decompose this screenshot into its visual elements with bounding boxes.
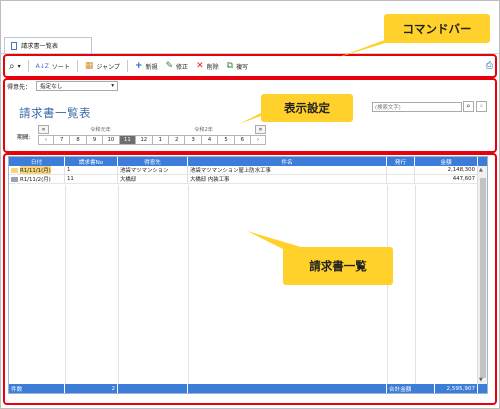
invoice-list-callout: 請求書一覧 [283,247,393,285]
app-window: 請求書一覧表 ⌕ ▾ A↓Z ソート ▦ ジャンプ + 新規 ✎ 修正 ✕ 削除 [0,0,500,409]
callout-pointers [239,37,405,253]
display-settings-callout: 表示設定 [261,94,353,122]
command-bar-callout: コマンドバー [384,14,490,43]
